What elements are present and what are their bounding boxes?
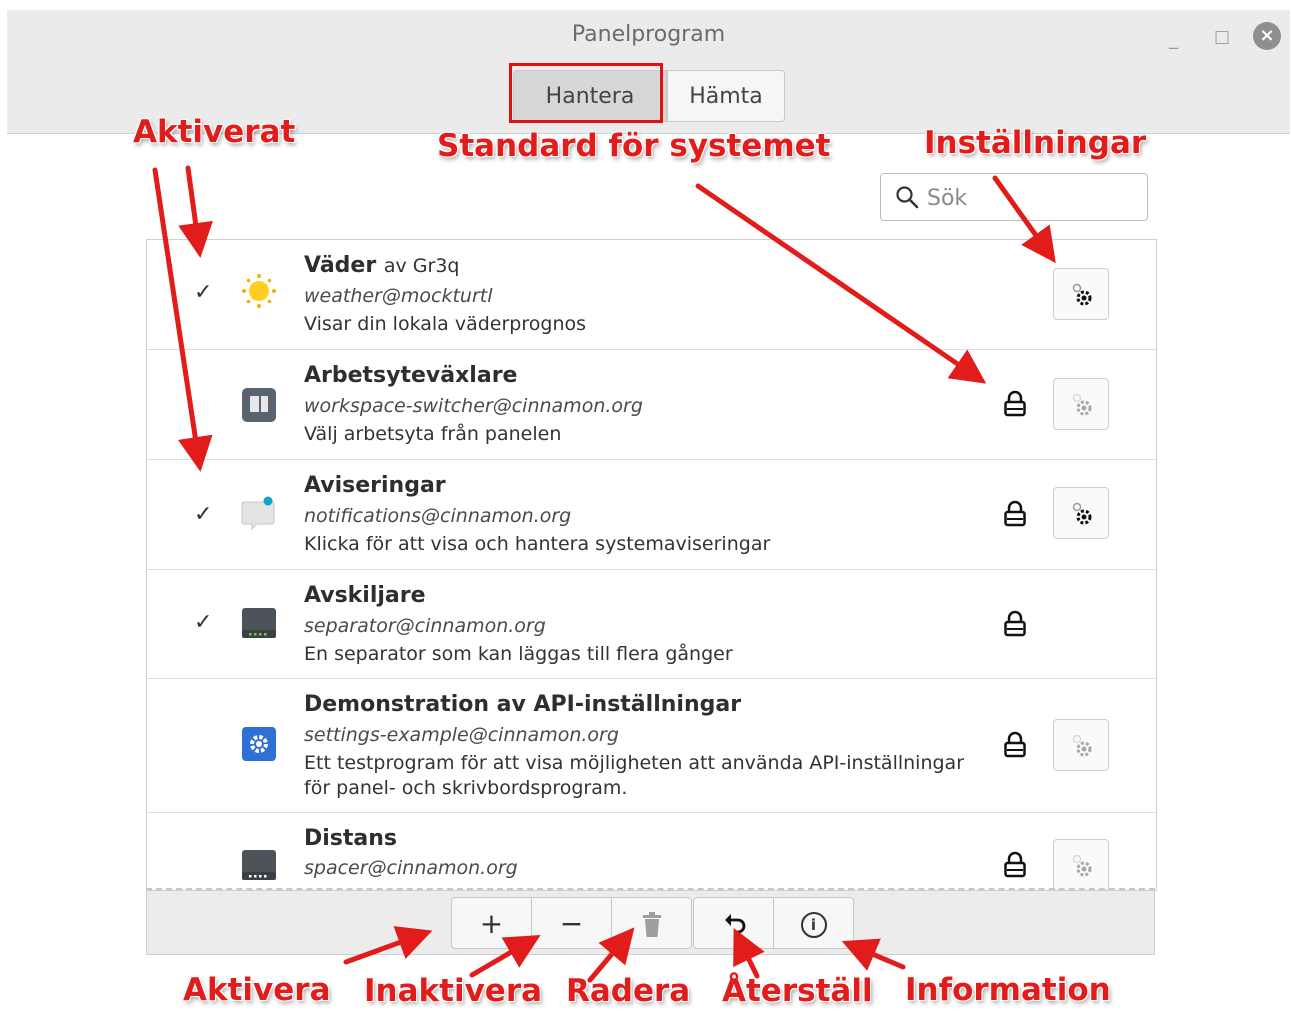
search-icon [896,186,919,209]
gear-icon [1072,283,1092,306]
configure-button[interactable] [1053,268,1109,320]
list-item[interactable]: ✓ Avskiljare separator@cinnamon.org En s… [147,570,1156,679]
delete-button[interactable] [611,897,692,949]
spacer-icon [242,850,276,880]
applet-uuid: workspace-switcher@cinnamon.org [304,395,643,417]
applet-name: Arbetsyteväxlare [304,363,518,388]
list-item[interactable]: ✓ Aviseringar notifications@cinnamon.org… [147,460,1156,570]
annotation-system-default: Standard för systemet [437,128,831,164]
enabled-check-icon: ✓ [194,610,213,635]
info-button[interactable]: i [773,897,854,949]
annotation-delete: Radera [566,973,691,1009]
list-item[interactable]: Arbetsyteväxlare workspace-switcher@cinn… [147,350,1156,460]
annotation-settings: Inställningar [924,125,1147,161]
applet-uuid: notifications@cinnamon.org [304,505,572,527]
lock-icon [1004,851,1026,878]
applet-list: ✓ Väder av Gr3q weather@mockturtl Visar … [146,239,1157,891]
configure-button[interactable] [1053,487,1109,539]
gear-icon [1072,502,1092,525]
applet-uuid: weather@mockturtl [304,285,493,307]
applet-description: Visar din lokala väderprognos [304,313,587,335]
minus-icon: − [559,907,584,940]
remove-button[interactable]: − [531,897,612,949]
gear-icon [1072,734,1092,757]
notification-icon [241,496,275,531]
annotation-enabled: Aktiverat [133,114,296,150]
search-field[interactable] [880,173,1148,221]
applet-description: Ett testprogram för att visa möjligheten… [304,752,965,799]
window-title: Panelprogram [571,22,726,47]
lock-icon [1004,390,1026,417]
applet-description: En separator som kan läggas till flera g… [304,643,733,665]
list-item[interactable]: ✓ Väder av Gr3q weather@mockturtl Visar … [147,240,1156,350]
annotation-enable: Aktivera [183,972,331,1008]
applet-uuid: spacer@cinnamon.org [304,857,518,879]
configure-button[interactable] [1053,719,1109,771]
annotation-disable: Inaktivera [364,973,543,1009]
list-item[interactable]: Demonstration av API-inställningar setti… [147,679,1156,813]
bottom-toolbar: + − i [146,890,1155,955]
info-icon: i [800,912,827,938]
applet-description: Klicka för att visa och hantera systemav… [304,533,771,555]
applet-description: Välj arbetsyta från panelen [304,423,562,445]
close-button[interactable]: × [1253,22,1281,50]
minimize-button[interactable]: _ [1169,30,1178,50]
applet-name: Väder av Gr3q [304,253,459,278]
configure-button[interactable] [1053,839,1109,890]
applet-uuid: separator@cinnamon.org [304,615,546,637]
gear-icon [1072,854,1092,877]
settings-example-icon [242,727,276,761]
applet-name: Demonstration av API-inställningar [304,692,742,717]
search-input[interactable] [925,180,1139,216]
plus-icon: + [479,907,504,940]
enabled-check-icon: ✓ [194,280,213,305]
close-icon: × [1259,25,1275,46]
list-item[interactable]: Distans spacer@cinnamon.org [147,813,1156,890]
applet-title: Väder [304,253,377,278]
gear-icon [1072,393,1092,416]
annotation-restore: Återställ [722,973,873,1009]
lock-icon [1004,500,1026,527]
applet-uuid: settings-example@cinnamon.org [304,724,619,746]
trash-icon [642,912,661,937]
lock-icon [1004,731,1026,758]
lock-icon [1004,610,1026,637]
applet-name: Distans [304,826,398,851]
tab-highlight-box [509,63,663,123]
enabled-check-icon: ✓ [194,502,213,527]
restore-button[interactable] [693,897,774,949]
annotation-information: Information [905,972,1111,1008]
applet-name: Avskiljare [304,583,426,608]
tab-download[interactable]: Hämta [667,70,785,122]
applet-author: av Gr3q [383,255,460,277]
undo-icon [724,914,745,934]
workspace-switcher-icon [242,388,276,422]
configure-button[interactable] [1053,378,1109,430]
sun-icon [242,274,276,308]
add-button[interactable]: + [451,897,532,949]
separator-icon [242,608,276,638]
applet-name: Aviseringar [304,473,446,498]
maximize-button[interactable]: □ [1214,27,1230,47]
